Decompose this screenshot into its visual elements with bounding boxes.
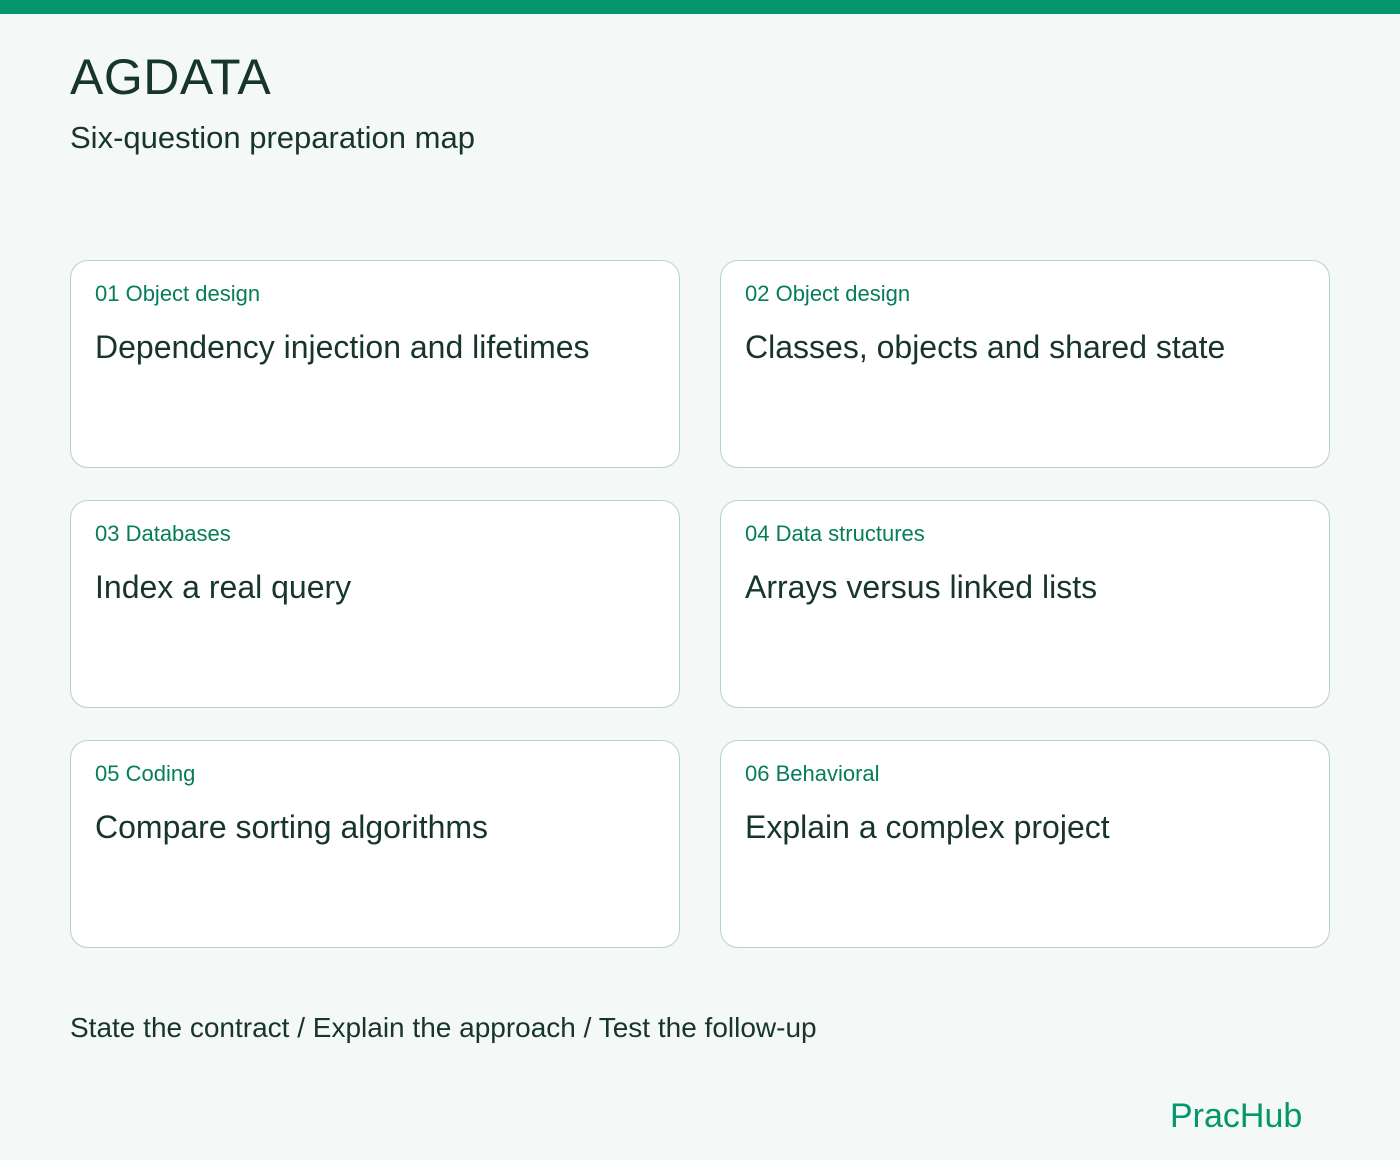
question-card-2: 02 Object design Classes, objects and sh… <box>720 260 1330 468</box>
card-tag: 06 Behavioral <box>745 761 880 786</box>
card-title: Classes, objects and shared state <box>745 329 1226 365</box>
card-title: Compare sorting algorithms <box>95 809 489 845</box>
brand-logo: PracHub <box>1170 1097 1303 1135</box>
footer-note: State the contract / Explain the approac… <box>70 1012 817 1043</box>
question-card-3: 03 Databases Index a real query <box>70 500 680 708</box>
card-title: Arrays versus linked lists <box>745 569 1098 605</box>
card-title: Explain a complex project <box>745 809 1110 845</box>
top-accent-bar <box>0 0 1400 14</box>
question-card-5: 05 Coding Compare sorting algorithms <box>70 740 680 948</box>
card-tag: 03 Databases <box>95 521 231 546</box>
card-tag: 04 Data structures <box>745 521 925 546</box>
card-title: Dependency injection and lifetimes <box>95 329 590 365</box>
question-card-4: 04 Data structures Arrays versus linked … <box>720 500 1330 708</box>
card-tag: 05 Coding <box>95 761 196 786</box>
card-tag: 02 Object design <box>745 281 911 306</box>
page-title: AGDATA <box>70 49 272 105</box>
question-card-6: 06 Behavioral Explain a complex project <box>720 740 1330 948</box>
card-tag: 01 Object design <box>95 281 261 306</box>
question-card-1: 01 Object design Dependency injection an… <box>70 260 680 468</box>
page-subtitle: Six-question preparation map <box>70 120 475 155</box>
card-title: Index a real query <box>95 569 352 605</box>
